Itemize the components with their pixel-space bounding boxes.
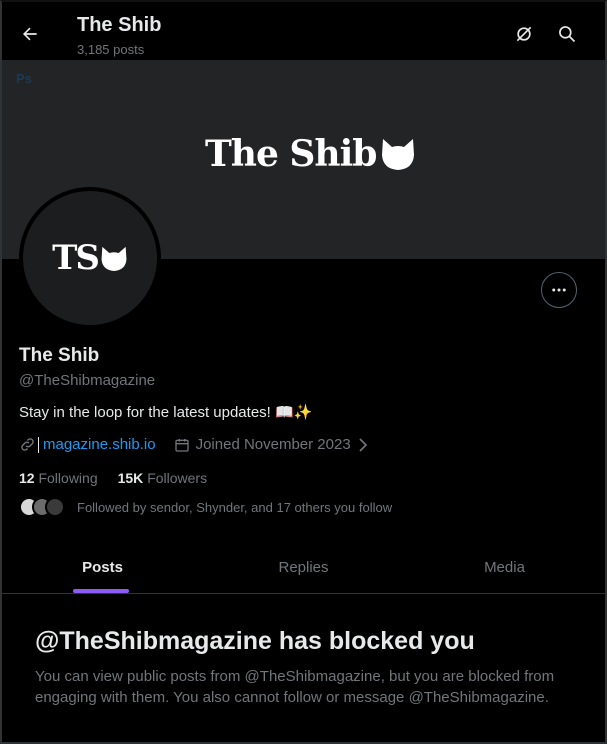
- page-title: The Shib: [77, 14, 162, 36]
- profile-name: The Shib: [19, 345, 100, 366]
- more-icon: [552, 288, 566, 292]
- tab-replies[interactable]: Replies: [203, 541, 404, 593]
- arrow-left-icon: [23, 27, 37, 41]
- tab-media[interactable]: Media: [404, 541, 605, 593]
- followed-by[interactable]: Followed by sendor, Shynder, and 17 othe…: [19, 497, 392, 517]
- text-cursor: [38, 436, 39, 453]
- calendar-icon: [174, 438, 189, 452]
- chevron-right-icon: [359, 437, 367, 452]
- follower-avatar: [45, 497, 65, 517]
- tab-posts[interactable]: Posts: [2, 541, 203, 593]
- grok-button[interactable]: [512, 22, 536, 46]
- grok-icon: [516, 26, 532, 42]
- profile-meta: magazine.shib.io Joined November 2023: [19, 436, 369, 453]
- banner-logo-text: The Shib: [205, 133, 377, 175]
- avatar[interactable]: TS: [19, 187, 161, 329]
- followed-by-text: Followed by sendor, Shynder, and 17 othe…: [77, 499, 393, 515]
- joined-date[interactable]: Joined November 2023: [174, 436, 369, 453]
- profile-header: The Shib 3,185 posts: [2, 2, 605, 60]
- back-button[interactable]: [16, 20, 44, 48]
- tab-label: Replies: [278, 558, 329, 576]
- followers-link[interactable]: 15K Followers: [118, 470, 207, 486]
- search-icon: [559, 26, 576, 43]
- tab-label: Media: [484, 558, 525, 576]
- avatar-text: TS: [52, 238, 100, 278]
- following-link[interactable]: 12 Following: [19, 470, 98, 486]
- blocked-title: @TheShibmagazine has blocked you: [35, 627, 475, 655]
- blocked-message: You can view public posts from @TheShibm…: [35, 668, 555, 706]
- tab-label: Posts: [82, 558, 123, 576]
- following-label: Following: [38, 470, 98, 486]
- followers-count: 15K: [117, 470, 144, 486]
- followers-label: Followers: [147, 470, 208, 486]
- link-icon: [21, 438, 34, 451]
- shiba-head-icon: [101, 246, 127, 271]
- website-link[interactable]: magazine.shib.io: [43, 436, 156, 453]
- following-count: 12: [19, 470, 35, 486]
- banner-logo: The Shib: [205, 133, 416, 175]
- profile-handle: @TheShibmagazine: [19, 372, 156, 389]
- active-tab-indicator: [73, 589, 129, 593]
- joined-text: Joined November 2023: [195, 436, 351, 453]
- post-count: 3,185 posts: [77, 42, 145, 57]
- follow-stats: 12 Following 15K Followers: [19, 470, 207, 486]
- more-options-button[interactable]: [541, 272, 577, 308]
- search-button[interactable]: [555, 22, 579, 46]
- profile-tabs: Posts Replies Media: [2, 541, 605, 594]
- avatar-image: TS: [23, 191, 157, 325]
- banner-corner-text: Ps: [16, 71, 32, 86]
- shiba-head-icon: [382, 139, 415, 170]
- profile-bio: Stay in the loop for the latest updates!…: [19, 404, 313, 421]
